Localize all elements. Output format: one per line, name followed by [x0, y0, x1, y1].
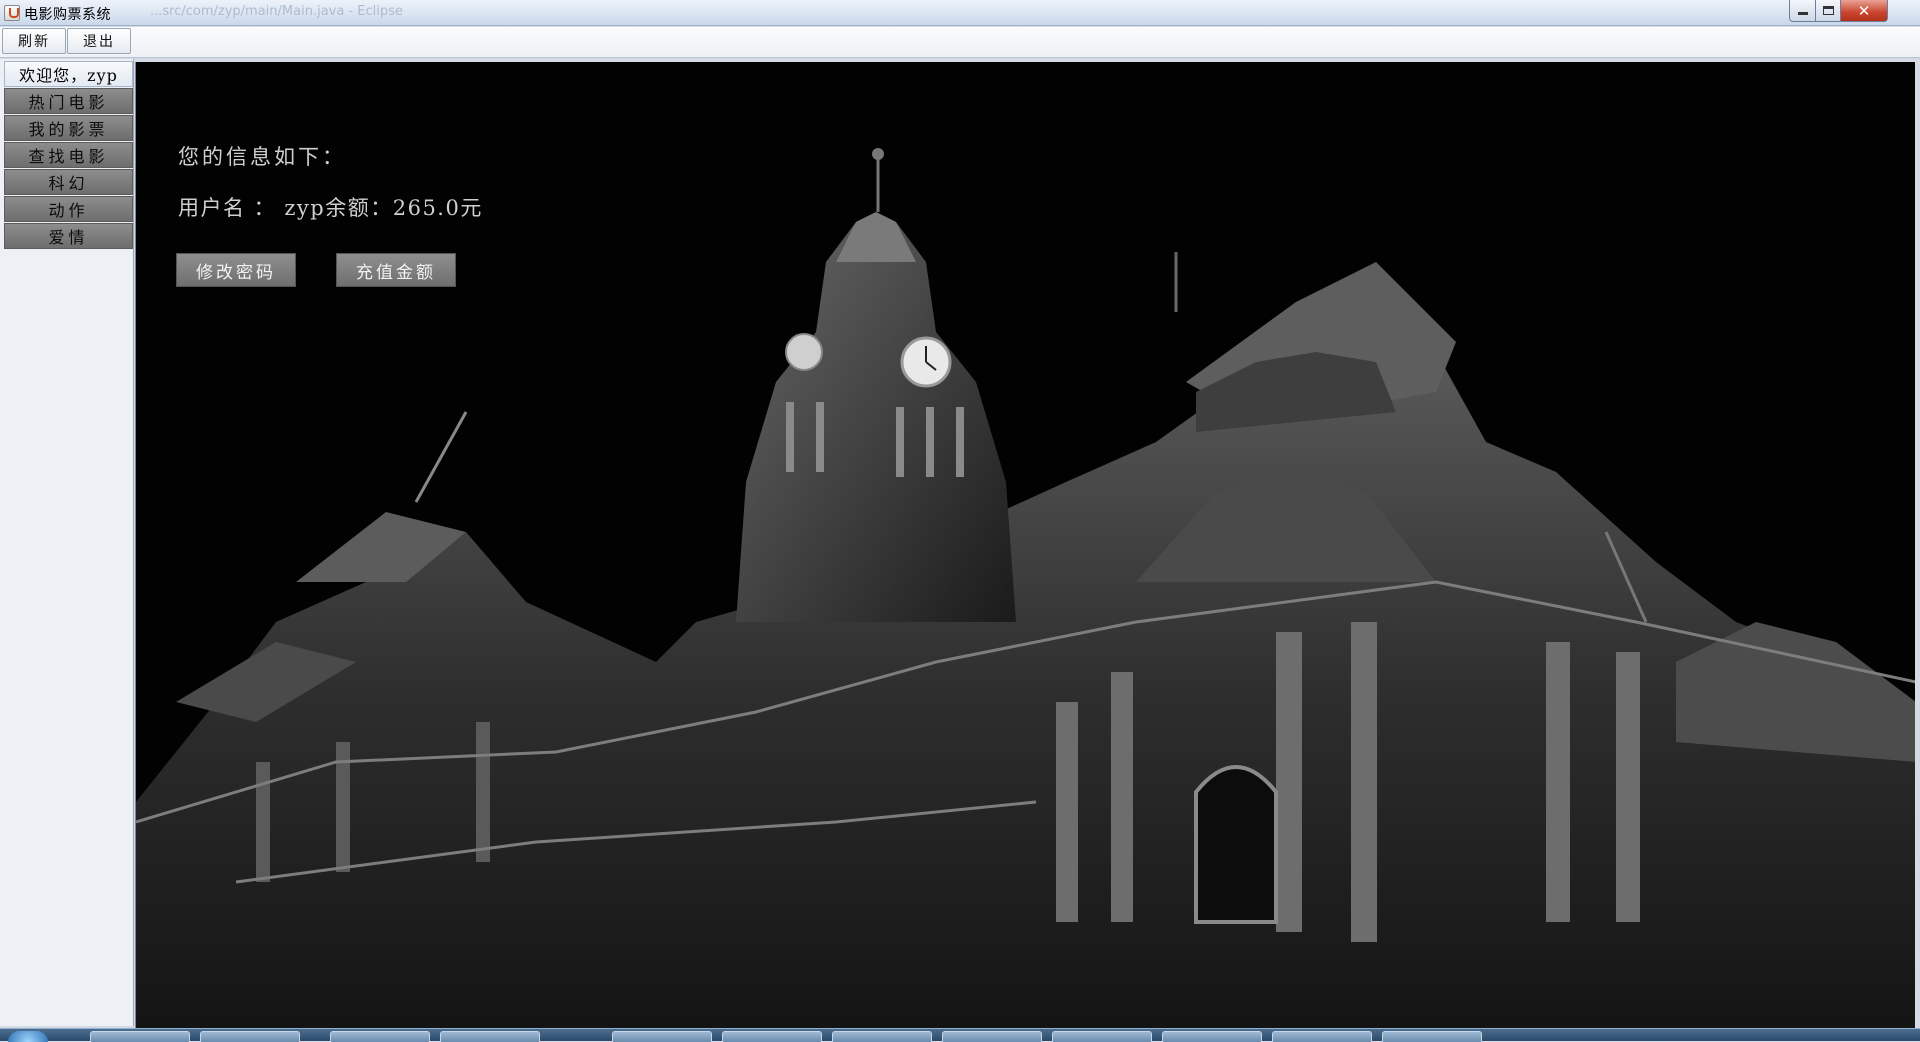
- taskbar-item[interactable]: [200, 1031, 300, 1042]
- taskbar-item[interactable]: [1272, 1031, 1372, 1042]
- taskbar-item[interactable]: [1052, 1031, 1152, 1042]
- toolbar: 刷新 退出: [0, 27, 1920, 58]
- close-icon: ✕: [1857, 1, 1871, 20]
- taskbar-item[interactable]: [440, 1031, 540, 1042]
- menu-hot-movies[interactable]: 热门电影: [4, 88, 133, 114]
- user-balance-text: 用户名 ： zyp余额：265.0元: [178, 196, 483, 220]
- minimize-button[interactable]: [1789, 0, 1816, 22]
- start-button[interactable]: [8, 1031, 48, 1042]
- menu-search-movies[interactable]: 查找电影: [4, 142, 133, 168]
- taskbar-item[interactable]: [1382, 1031, 1482, 1042]
- java-app-icon: [4, 5, 20, 21]
- taskbar-item[interactable]: [330, 1031, 430, 1042]
- taskbar-item[interactable]: [90, 1031, 190, 1042]
- user-info-panel: 您的信息如下： 用户名 ： zyp余额：265.0元 修改密码 充值金额: [135, 62, 1915, 1028]
- minimize-icon: [1797, 12, 1808, 15]
- menu-my-tickets[interactable]: 我的影票: [4, 115, 133, 141]
- taskbar-item[interactable]: [942, 1031, 1042, 1042]
- taskbar-item[interactable]: [612, 1031, 712, 1042]
- menu-scifi[interactable]: 科幻: [4, 169, 133, 195]
- taskbar-item[interactable]: [1162, 1031, 1262, 1042]
- refresh-button[interactable]: 刷新: [2, 28, 66, 54]
- taskbar-item[interactable]: [832, 1031, 932, 1042]
- taskbar-item[interactable]: [722, 1031, 822, 1042]
- taskbar: [0, 1028, 1920, 1042]
- info-heading: 您的信息如下：: [178, 145, 346, 169]
- background-window-title: ...src/com/zyp/main/Main.java - Eclipse: [150, 4, 403, 19]
- welcome-label: 欢迎您，zyp: [4, 61, 133, 87]
- restore-icon: [1822, 6, 1834, 15]
- menu-romance[interactable]: 爱情: [4, 223, 133, 249]
- window-titlebar: 电影购票系统 ...src/com/zyp/main/Main.java - E…: [0, 0, 1920, 26]
- logout-button[interactable]: 退出: [67, 28, 131, 54]
- maximize-button[interactable]: [1815, 0, 1841, 22]
- recharge-button[interactable]: 充值金额: [336, 253, 456, 287]
- side-menu: 欢迎您，zyp 热门电影 我的影票 查找电影 科幻 动作 爱情: [0, 59, 134, 1026]
- change-password-button[interactable]: 修改密码: [176, 253, 296, 287]
- window-title: 电影购票系统: [24, 7, 111, 23]
- close-button[interactable]: ✕: [1840, 0, 1888, 22]
- menu-action[interactable]: 动作: [4, 196, 133, 222]
